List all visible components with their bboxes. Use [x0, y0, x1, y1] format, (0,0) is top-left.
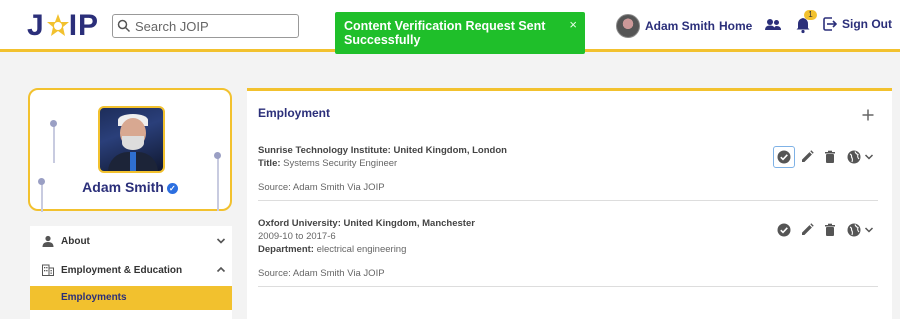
entry-actions — [777, 223, 883, 237]
notification-badge: 1 — [804, 10, 817, 20]
success-toast: Content Verification Request Sent Succes… — [335, 12, 585, 54]
entry-organization: Sunrise Technology Institute: United Kin… — [258, 145, 507, 156]
chevron-down-icon — [216, 238, 226, 244]
menu-item-label: Employment & Education — [61, 264, 183, 276]
logo-letters-ip: IP — [68, 9, 100, 42]
profile-name: Adam Smith ✓ — [30, 179, 230, 195]
logo-star-icon — [46, 11, 69, 41]
visibility-dropdown[interactable] — [846, 223, 874, 237]
verify-button[interactable] — [777, 223, 791, 237]
profile-name-text: Adam Smith — [82, 179, 164, 195]
chevron-up-icon — [216, 266, 226, 273]
search-box[interactable] — [112, 14, 299, 38]
home-link[interactable]: Home — [719, 19, 752, 33]
menu-item-about[interactable]: About — [30, 227, 232, 255]
pencil-icon — [802, 223, 814, 235]
edit-button[interactable] — [800, 150, 814, 164]
joip-logo[interactable]: J IP — [27, 9, 99, 43]
entry-divider — [258, 286, 878, 287]
entry-divider — [258, 200, 878, 201]
chevron-down-icon — [864, 154, 873, 160]
menu-subitem-label: Employments — [61, 292, 127, 303]
side-menu: About Employment & Education Employments — [30, 226, 232, 319]
check-circle-icon — [777, 150, 791, 164]
building-icon — [42, 264, 54, 276]
sign-out-button[interactable]: Sign Out — [823, 17, 892, 31]
menu-item-label: About — [61, 235, 90, 247]
section-title: Employment — [258, 106, 331, 120]
trash-icon — [825, 223, 835, 236]
entry-source: Source: Adam Smith Via JOIP — [258, 182, 385, 193]
entry-field-label: Title: — [258, 158, 281, 169]
entry-field-value: electrical engineering — [313, 244, 407, 255]
verify-button[interactable] — [773, 146, 795, 168]
entry-dates: 2009-10 to 2017-6 — [258, 231, 336, 242]
profile-photo[interactable] — [98, 106, 165, 173]
entry-source: Source: Adam Smith Via JOIP — [258, 268, 385, 279]
check-circle-icon — [777, 223, 791, 237]
delete-button[interactable] — [823, 223, 837, 237]
employment-entry: Sunrise Technology Institute: United Kin… — [258, 144, 507, 194]
entry-organization: Oxford University: United Kingdom, Manch… — [258, 218, 475, 229]
add-icon[interactable] — [861, 108, 875, 122]
search-input[interactable] — [135, 18, 295, 34]
employment-entry: Oxford University: United Kingdom, Manch… — [258, 217, 475, 280]
menu-subitem-employments[interactable]: Employments — [30, 286, 232, 310]
delete-button[interactable] — [823, 150, 837, 164]
toast-message: Content Verification Request Sent Succes… — [344, 19, 546, 47]
person-icon — [42, 235, 54, 247]
menu-item-employment-education[interactable]: Employment & Education — [30, 256, 232, 284]
globe-icon — [847, 150, 860, 164]
decorative-dot — [50, 120, 57, 127]
entry-field-label: Department: — [258, 244, 314, 255]
entry-actions — [773, 146, 883, 168]
search-icon — [117, 19, 131, 33]
chevron-down-icon — [864, 227, 873, 233]
decorative-line — [53, 123, 55, 163]
profile-card: Adam Smith ✓ — [28, 88, 232, 212]
globe-icon — [847, 223, 860, 237]
entry-field: Department: electrical engineering — [258, 243, 475, 256]
header-user-name: Adam Smith — [645, 19, 716, 33]
sign-out-icon — [823, 17, 837, 31]
employment-panel: Employment Sunrise Technology Institute:… — [247, 88, 892, 319]
user-menu[interactable]: Adam Smith — [616, 14, 715, 38]
entry-field-value: Systems Security Engineer — [280, 158, 398, 169]
people-icon[interactable] — [764, 16, 782, 34]
toast-close-button[interactable]: × — [569, 17, 577, 32]
visibility-dropdown[interactable] — [846, 150, 874, 164]
trash-icon — [825, 150, 835, 163]
verified-icon: ✓ — [166, 183, 178, 194]
avatar — [616, 14, 640, 38]
logo-letter-j: J — [27, 9, 45, 42]
decorative-dot — [214, 152, 221, 159]
sign-out-label: Sign Out — [842, 17, 892, 31]
pencil-icon — [802, 150, 814, 162]
entry-field: Title: Systems Security Engineer — [258, 157, 507, 170]
edit-button[interactable] — [800, 223, 814, 237]
